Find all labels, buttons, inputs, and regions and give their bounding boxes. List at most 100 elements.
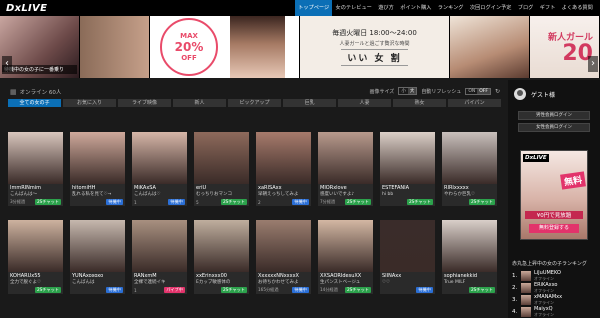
performer-thumbnail[interactable] [132, 220, 187, 272]
performer-card[interactable]: RANxmM 全裸で連続イキ 1 パイブ中 [132, 220, 187, 294]
rank-number: 2. [512, 285, 518, 291]
size-small[interactable]: 小 [399, 88, 408, 94]
nav-faq[interactable]: よくある質問 [558, 0, 596, 16]
nav-schedule[interactable]: 次回ログイン予定 [467, 0, 515, 16]
refresh-off[interactable]: OFF [477, 88, 490, 94]
rank-thumbnail[interactable] [521, 307, 531, 317]
performer-name[interactable]: ESTEFANIA [380, 184, 435, 191]
banner-photo-2[interactable] [450, 16, 530, 78]
performer-message: 感度いいですよ♪ [320, 192, 355, 197]
tab-wife[interactable]: 人妻 [338, 99, 391, 107]
chevron-right-icon[interactable]: › [588, 56, 598, 72]
signup-ad[interactable]: DxLIVE 無料 ¥0円で見放題 無料登録する [520, 150, 588, 240]
performer-name[interactable]: RANxmM [132, 272, 187, 279]
view-controls: 画像サイズ 小 大 自動リフレッシュ ON OFF ↻ [369, 87, 500, 95]
performer-card[interactable]: MIORxlove 感度いいですよ♪ 7分経過 2Sチャット [318, 132, 373, 206]
male-login-button[interactable]: 男性会員ログイン [518, 111, 590, 120]
performer-name[interactable]: YUNAxoxoxo [70, 272, 125, 279]
performer-card[interactable]: ESTEFANIA hi bb 2Sチャット [380, 132, 435, 206]
performer-name[interactable]: SIINAxx [380, 272, 435, 279]
performer-name[interactable]: RIRIxxxxx [442, 184, 497, 191]
refresh-icon[interactable]: ↻ [495, 88, 500, 95]
performer-thumbnail[interactable] [8, 132, 63, 184]
performer-message: True MILF [444, 280, 466, 285]
performer-name[interactable]: MiKAxSA [132, 184, 187, 191]
nav-review[interactable]: 女のテレビュー [332, 0, 375, 16]
nav-howto[interactable]: 遊び方 [375, 0, 397, 16]
performer-footer: 3分経過 2Sチャット [8, 198, 63, 206]
performer-card[interactable]: KOHARUx55 全力で脱ぐよ♡ 2Sチャット [8, 220, 63, 294]
performer-thumbnail[interactable] [318, 220, 373, 272]
banner-waiting[interactable]: 待機中の女の子に一番乗り [0, 16, 80, 78]
performer-card[interactable]: RIRIxxxxx やわらか巨乳♡ 2Sチャット [442, 132, 497, 206]
site-logo[interactable]: DxLIVE [0, 0, 70, 16]
ranking-item[interactable]: 3. xMANAMxx オフライン [512, 294, 562, 306]
tab-shaved[interactable]: パイパン [448, 99, 501, 107]
ad-register-button[interactable]: 無料登録する [529, 224, 579, 233]
refresh-toggle[interactable]: ON OFF [465, 87, 491, 95]
nav-ranking[interactable]: ランキング [435, 0, 467, 16]
performer-thumbnail[interactable] [70, 132, 125, 184]
performer-thumbnail[interactable] [194, 132, 249, 184]
performer-card[interactable]: eriU むっちりおマンコ 5 2Sチャット [194, 132, 249, 206]
performer-name[interactable]: KOHARUx55 [8, 272, 63, 279]
performer-card[interactable]: sophianekkid True MILF 2Sチャット [442, 220, 497, 294]
performer-card[interactable]: XxxxxxNNxxxxX お待ちかわせてみよ 165分経過 待機中 [256, 220, 311, 294]
performer-thumbnail[interactable] [8, 220, 63, 272]
rank-thumbnail[interactable] [521, 295, 531, 305]
performer-thumbnail[interactable] [318, 132, 373, 184]
grid-icon[interactable]: ▦ [10, 88, 17, 96]
performer-thumbnail[interactable] [256, 132, 311, 184]
banner-iionna[interactable]: 毎週火曜日 18:00～24:00 人妻ガールと過ごす贅沢な時間 いい 女 割 [300, 16, 450, 78]
performer-thumbnail[interactable] [380, 132, 435, 184]
rank-thumbnail[interactable] [521, 271, 531, 281]
tab-live[interactable]: ライブ映像 [118, 99, 171, 107]
nav-gift[interactable]: ギフト [537, 0, 559, 16]
performer-name[interactable]: xaRISAxx [256, 184, 311, 191]
performer-card[interactable]: MiKAxSA こんばんは♡ 1 待機中 [132, 132, 187, 206]
performer-thumbnail[interactable] [70, 220, 125, 272]
performer-card[interactable]: ImmRINmim こんばんは〜 3分経過 2Sチャット [8, 132, 63, 206]
performer-name[interactable]: eriU [194, 184, 249, 191]
performer-name[interactable]: XXSAORIdesuXX [318, 272, 373, 279]
performer-thumbnail[interactable] [256, 220, 311, 272]
performer-message: ♡♡ [382, 280, 391, 285]
performer-card[interactable]: hitomiHH 乱れる私を見て♡→ 待機中 [70, 132, 125, 206]
nav-points[interactable]: ポイント購入 [397, 0, 435, 16]
tab-mature[interactable]: 熟女 [393, 99, 446, 107]
performer-card[interactable]: xaRISAxx 早朝えっちしてみよ 2 待機中 [256, 132, 311, 206]
nav-blog[interactable]: ブログ [515, 0, 537, 16]
banner-photo[interactable] [80, 16, 150, 78]
performer-card[interactable]: SIINAxx ♡♡ 待機中 [380, 220, 435, 294]
chevron-left-icon[interactable]: ‹ [2, 56, 12, 72]
performer-card[interactable]: xxErinxxx00 Eカップ敏感体の 2Sチャット [194, 220, 249, 294]
tab-all[interactable]: 全ての女の子 [8, 99, 61, 107]
ranking-item[interactable]: 1. LiJuUMEKO オフライン [512, 270, 561, 282]
performer-card[interactable]: XXSAORIdesuXX 生パンストベージュ 14分経過 2Sチャット [318, 220, 373, 294]
performer-thumbnail[interactable] [194, 220, 249, 272]
size-toggle[interactable]: 小 大 [398, 87, 418, 95]
performer-thumbnail[interactable] [442, 220, 497, 272]
performer-name[interactable]: XxxxxxNNxxxxX [256, 272, 311, 279]
performer-name[interactable]: xxErinxxx00 [194, 272, 249, 279]
tab-bigbust[interactable]: 巨乳 [283, 99, 336, 107]
performer-card[interactable]: YUNAxoxoxo こんばんは 待機中 [70, 220, 125, 294]
performer-thumbnail[interactable] [442, 132, 497, 184]
performer-name[interactable]: hitomiHH [70, 184, 125, 191]
nav-top[interactable]: トップページ [294, 0, 333, 16]
performer-name[interactable]: sophianekkid [442, 272, 497, 279]
banner-discount[interactable]: MAX 20% OFF [150, 16, 300, 78]
performer-thumbnail[interactable] [132, 132, 187, 184]
rank-thumbnail[interactable] [521, 283, 531, 293]
tab-pickup[interactable]: ピックアップ [228, 99, 281, 107]
performer-thumbnail[interactable] [380, 220, 435, 272]
ranking-item[interactable]: 4. MaiyxQ オフライン [512, 306, 554, 318]
performer-name[interactable]: ImmRINmim [8, 184, 63, 191]
size-large[interactable]: 大 [407, 88, 417, 94]
ranking-item[interactable]: 2. ERiKAxxo オフライン [512, 282, 557, 294]
tab-new[interactable]: 新人 [173, 99, 226, 107]
refresh-on[interactable]: ON [466, 89, 477, 94]
performer-name[interactable]: MIORxlove [318, 184, 373, 191]
female-login-button[interactable]: 女性会員ログイン [518, 123, 590, 132]
tab-favorites[interactable]: お気に入り [63, 99, 116, 107]
